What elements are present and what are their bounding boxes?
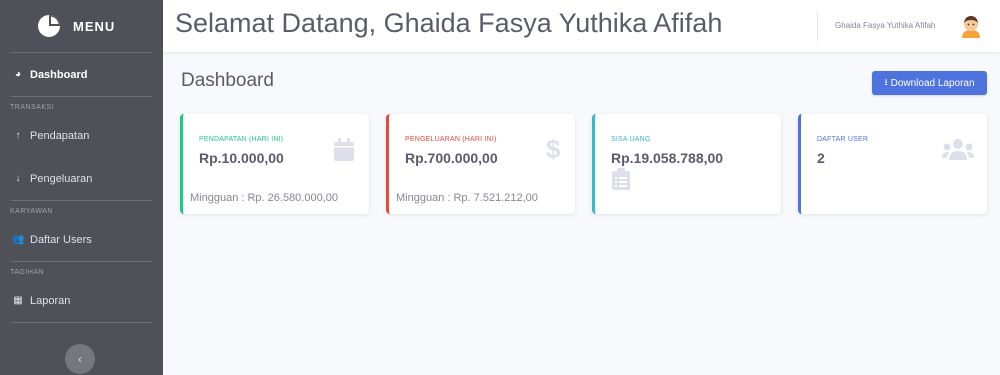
dollar-icon: $ <box>546 134 561 164</box>
card-label: DAFTAR USER <box>817 136 869 143</box>
card-value: Rp.700.000,00 <box>405 150 498 166</box>
sidebar-item-label: Laporan <box>30 294 71 307</box>
sidebar-brand-title: MENU <box>73 18 116 34</box>
sidebar-item-pengeluaran[interactable]: ↓ Pengeluaran <box>0 157 163 200</box>
avatar[interactable] <box>960 14 982 38</box>
welcome-title: Selamat Datang, Ghaida Fasya Yuthika Afi… <box>175 8 723 38</box>
sidebar-divider <box>11 322 152 323</box>
sidebar-heading-transaksi: TRANSAKSI <box>10 104 55 111</box>
users-icon: 👥 <box>12 234 25 245</box>
user-name[interactable]: Ghaida Fasya Yuthika Afifah <box>835 21 935 30</box>
card-label: PENGELUARAN (HARI INI) <box>405 136 497 143</box>
arrow-up-icon: ↑ <box>15 130 21 141</box>
pie-chart-logo-icon <box>37 14 61 38</box>
sidebar-toggle-button[interactable]: ‹ <box>65 344 95 374</box>
sidebar-item-label: Pengeluaran <box>30 172 93 185</box>
users-icon <box>942 138 974 165</box>
sidebar: MENU ◕ Dashboard TRANSAKSI ↑ Pendapatan … <box>0 0 163 375</box>
download-icon: ⭳ <box>884 77 888 87</box>
sidebar-item-dashboard[interactable]: ◕ Dashboard <box>0 53 163 96</box>
sidebar-item-label: Pendapatan <box>30 129 90 142</box>
arrow-down-icon: ↓ <box>15 173 21 184</box>
card-value: Rp.19.058.788,00 <box>611 150 724 166</box>
card-label: SISA UANG <box>611 136 651 143</box>
card-daftar-user: DAFTAR USER 2 <box>798 114 987 214</box>
sidebar-item-pendapatan[interactable]: ↑ Pendapatan <box>0 114 163 157</box>
card-value: Rp.10.000,00 <box>199 150 284 166</box>
card-label: PENDAPATAN (HARI INI) <box>199 136 284 143</box>
download-button-label: Download Laporan <box>890 77 975 89</box>
page-title: Dashboard <box>181 70 274 91</box>
sidebar-heading-tagihan: TAGIHAN <box>10 269 45 276</box>
card-value: 2 <box>817 150 825 166</box>
calendar-icon <box>333 138 355 167</box>
dashboard-icon: ◕ <box>14 69 22 80</box>
chevron-left-icon: ‹ <box>78 352 82 366</box>
table-icon: ▦ <box>13 295 23 306</box>
sidebar-item-laporan[interactable]: ▦ Laporan <box>0 279 163 322</box>
card-pendapatan: PENDAPATAN (HARI INI) Rp.10.000,00 Mingg… <box>180 114 369 214</box>
sidebar-item-label: Dashboard <box>30 68 88 81</box>
topbar: Selamat Datang, Ghaida Fasya Yuthika Afi… <box>163 0 1000 52</box>
card-weekly: Mingguan : Rp. 26.580.000,00 <box>190 192 339 204</box>
card-sisa-uang: SISA UANG Rp.19.058.788,00 <box>592 114 781 214</box>
clipboard-list-icon <box>612 168 630 195</box>
sidebar-item-label: Daftar Users <box>30 233 92 246</box>
sidebar-heading-karyawan: KARYAWAN <box>10 208 53 215</box>
topbar-divider <box>817 12 818 41</box>
download-report-button[interactable]: ⭳ Download Laporan <box>872 71 987 95</box>
sidebar-brand[interactable]: MENU <box>0 0 163 52</box>
card-weekly: Mingguan : Rp. 7.521.212,00 <box>396 192 538 204</box>
card-pengeluaran: PENGELUARAN (HARI INI) Rp.700.000,00 Min… <box>386 114 575 214</box>
sidebar-item-daftar-users[interactable]: 👥 Daftar Users <box>0 218 163 261</box>
